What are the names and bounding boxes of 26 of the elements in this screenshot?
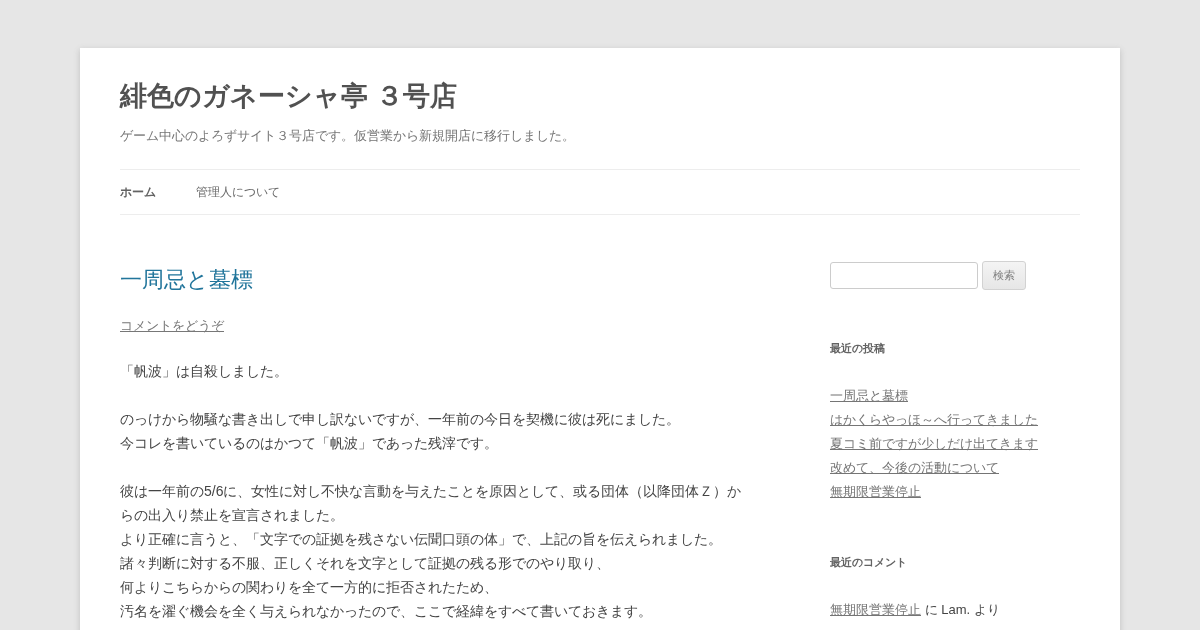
post-title[interactable]: 一周忌と墓標 xyxy=(120,267,760,293)
recent-post-link[interactable]: 無期限営業停止 xyxy=(830,484,921,499)
recent-post-link[interactable]: 改めて、今後の活動について xyxy=(830,460,999,475)
widget-title: 最近の投稿 xyxy=(830,341,886,356)
paragraph-line: より正確に言うと、「文字での証拠を残さない伝聞口頭の体」で、上記の旨を伝えられました。 xyxy=(120,530,723,549)
search-field[interactable] xyxy=(830,262,978,289)
site-title: 緋色のガネーシャ亭 ３号店 xyxy=(120,80,458,113)
recent-post-link[interactable]: 夏コミ前ですが少しだけ出てきます xyxy=(830,436,1038,451)
paragraph-line: 彼は一年前の5/6に、女性に対し不快な言動を与えたことを原因として、或る団体（以降団体Ｚ）か xyxy=(120,482,743,501)
paragraph-line: らの出入り禁止を宣言されました。 xyxy=(120,506,345,525)
site-tagline: ゲーム中心のよろずサイト３号店です。仮営業から新規開店に移行しました。 xyxy=(120,127,576,145)
paragraph-line: のっけから物騒な書き出しで申し訳ないですが、一年前の今日を契機に彼は死にました。 xyxy=(120,410,681,429)
search-button[interactable]: 検索 xyxy=(982,261,1026,290)
paragraph-line: 「帆波」は自殺しました。 xyxy=(120,362,289,381)
recent-post-link[interactable]: はかくらやっほ～へ行ってきました xyxy=(830,412,1038,427)
paragraph-line: 何よりこちらからの関わりを全て一方的に拒否されたため、 xyxy=(120,578,499,597)
comments-link[interactable]: コメントをどうぞ xyxy=(120,317,224,335)
recent-post-link[interactable]: 一周忌と墓標 xyxy=(830,388,908,403)
paragraph-line: 今コレを書いているのはかつて「帆波」であった残滓です。 xyxy=(120,434,499,453)
paragraph-line: 汚名を濯ぐ機会を全く与えられなかったので、ここで経緯をすべて書いておきます。 xyxy=(120,602,653,621)
paragraph-line: 諸々判断に対する不服、正しくそれを文字として証拠の残る形でのやり取り、 xyxy=(120,554,611,573)
widget-title: 最近のコメント xyxy=(830,555,908,570)
nav-link[interactable]: 管理人について xyxy=(196,183,280,201)
comment-post-link[interactable]: 無期限営業停止 xyxy=(830,602,921,617)
comment-author-text: に Lam. より xyxy=(924,602,1000,617)
nav-link[interactable]: ホーム xyxy=(120,183,156,201)
